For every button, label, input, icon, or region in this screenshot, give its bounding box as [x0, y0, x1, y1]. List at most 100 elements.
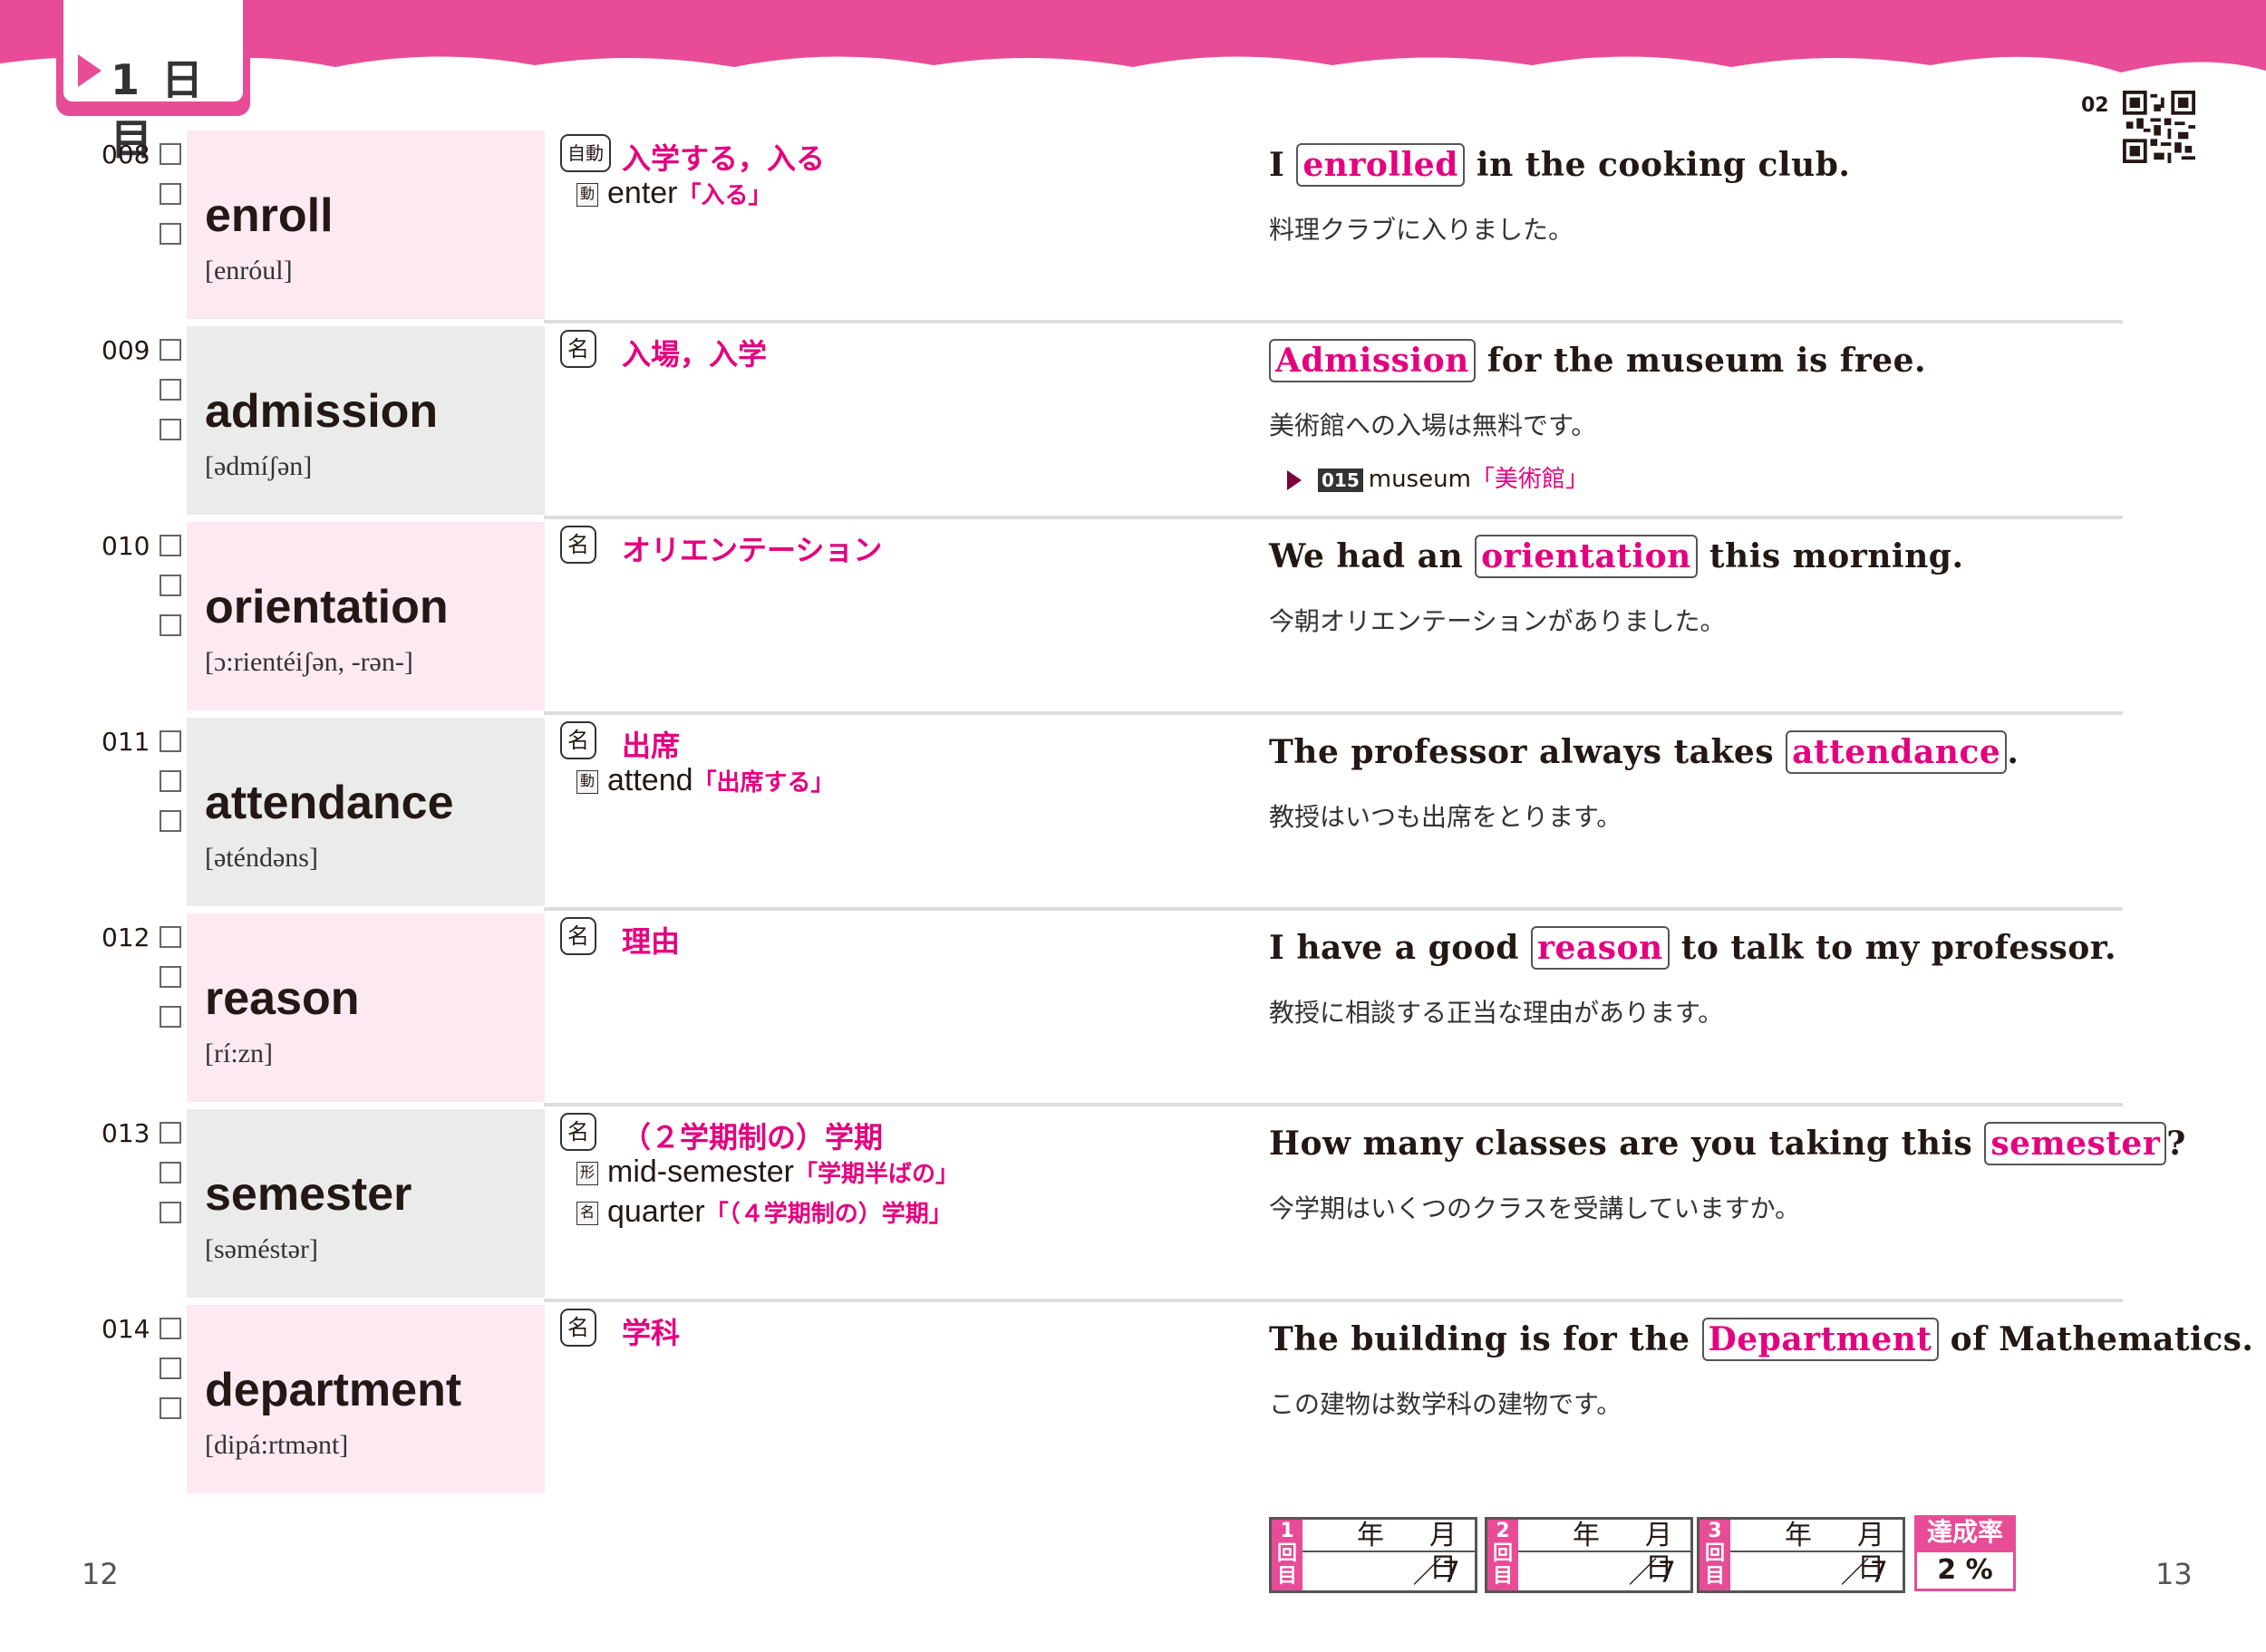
meaning: （２学期制の）学期 — [622, 1120, 884, 1154]
pronunciation: [ədmíʃən] — [205, 451, 313, 481]
review-checkbox-2[interactable] — [160, 1162, 181, 1183]
headword-panel: semester [səméstər] — [187, 1109, 545, 1298]
sentence-translation: 料理クラブに入りました。 — [1269, 215, 1574, 245]
example-sentence: I enrolled in the cooking club. — [1269, 143, 1850, 187]
sentence-translation: 今朝オリエンテーションがありました。 — [1269, 606, 1726, 636]
pronunciation: [ɔ:rientéiʃən, -rən-] — [205, 647, 413, 677]
page-number-right: 13 — [2155, 1557, 2193, 1591]
related-word-text: mid-semester — [607, 1154, 794, 1189]
sentence-after: . — [2007, 733, 2019, 771]
play-arrow-icon — [78, 54, 102, 87]
review-checkbox-2[interactable] — [160, 575, 181, 596]
part-of-speech-badge: 名 — [560, 721, 596, 759]
related-word-translation: 「出席する」 — [692, 769, 835, 797]
review-checkbox-2[interactable] — [160, 966, 181, 988]
related-word-translation: 「入る」 — [677, 182, 772, 209]
sentence-after: ? — [2166, 1125, 2186, 1163]
headword-panel: department [dipá:rtmənt] — [187, 1305, 545, 1493]
review-checkbox-3[interactable] — [160, 223, 181, 245]
headword: reason — [205, 972, 360, 1025]
achievement-rate-value: 2 % — [1914, 1550, 2016, 1591]
headword-panel: attendance [əténdəns] — [187, 718, 545, 906]
header-wave — [0, 0, 2266, 72]
record-box-3[interactable]: 3回目 年 月 日 ／7 — [1697, 1517, 1921, 1593]
sentence-after: for the museum is free. — [1475, 342, 1927, 380]
headword: enroll — [205, 189, 334, 242]
headword-panel: reason [rí:zn] — [187, 913, 545, 1102]
headword-panel: admission [ədmíʃən] — [187, 326, 545, 515]
part-of-speech-badge: 名 — [560, 330, 596, 368]
word-entry-department: 014 department [dipá:rtmənt] 名学科 The buildin… — [0, 1301, 2266, 1497]
record-box-1[interactable]: 1回目 年 月 日 ／7 — [1269, 1517, 1493, 1593]
sentence-after: of Mathematics. — [1938, 1320, 2254, 1358]
sentence-keyword: orientation — [1475, 535, 1698, 578]
review-checkbox-3[interactable] — [160, 1006, 181, 1028]
review-checkbox-3[interactable] — [160, 810, 181, 832]
review-checkbox-3[interactable] — [160, 614, 181, 636]
note-translation: 「美術館」 — [1470, 466, 1589, 493]
meaning: 出席 — [622, 729, 681, 763]
related-word-text: enter — [607, 176, 678, 210]
headword-panel: enroll [enróul] — [187, 130, 545, 319]
note-word: museum — [1368, 466, 1471, 493]
word-entry-attendance: 011 attendance [əténdəns] 名出席動 attend「出席する」 T… — [0, 714, 2266, 911]
headword: orientation — [205, 581, 449, 633]
audio-track-number: 02 — [2081, 94, 2109, 117]
review-checkbox-1[interactable] — [160, 1122, 181, 1144]
headword: admission — [205, 385, 439, 438]
sentence-keyword: semester — [1984, 1122, 2167, 1165]
record-date: 年 月 日 — [1730, 1520, 1921, 1584]
pronunciation: [səméstər] — [205, 1234, 318, 1264]
record-box-2[interactable]: 2回目 年 月 日 ／7 — [1485, 1517, 1709, 1593]
review-checkbox-3[interactable] — [160, 1202, 181, 1223]
sentence-after: to talk to my professor. — [1669, 929, 2116, 967]
word-entry-reason: 012 reason [rí:zn] 名理由 I have a good reason … — [0, 910, 2266, 1106]
pronunciation: [əténdəns] — [205, 843, 318, 873]
note-entry-number: 015 — [1318, 468, 1363, 492]
page-number-left: 12 — [82, 1557, 119, 1591]
achievement-rate: 達成率 2 % — [1914, 1515, 2016, 1591]
related-pos-badge: 名 — [576, 1202, 598, 1226]
example-sentence: The professor always takes attendance. — [1269, 730, 2019, 774]
cross-reference-note: 015 museum「美術館」 — [1287, 460, 1589, 494]
review-checkbox-1[interactable] — [160, 143, 181, 165]
sentence-after: this morning. — [1697, 537, 1964, 575]
example-sentence: The building is for the Department of Ma… — [1269, 1318, 2253, 1361]
part-of-speech-badge: 名 — [560, 917, 596, 955]
review-checkbox-1[interactable] — [160, 1318, 181, 1339]
word-entry-admission: 009 admission [ədmíʃən] 名入場，入学 Admission for… — [0, 323, 2266, 519]
review-checkbox-1[interactable] — [160, 730, 181, 752]
word-entry-semester: 013 semester [səméstər] 名 （２学期制の）学期形 mid-seme… — [0, 1106, 2266, 1302]
review-checkbox-1[interactable] — [160, 339, 181, 361]
meaning: 学科 — [622, 1316, 681, 1350]
headword-panel: orientation [ɔ:rientéiʃən, -rən-] — [187, 522, 545, 710]
word-entry-enroll: 008 enroll [enróul] 自動 入学する，入る動 enter「入る」 I en… — [0, 127, 2266, 324]
example-sentence: We had an orientation this morning. — [1269, 535, 1963, 578]
pronunciation: [dipá:rtmənt] — [205, 1430, 349, 1460]
entry-number: 013 — [102, 1118, 150, 1148]
related-word-translation: 「学期半ばの」 — [793, 1161, 959, 1188]
sentence-keyword: attendance — [1786, 730, 2008, 774]
word-entry-orientation: 010 orientation [ɔ:rientéiʃən, -rən-] 名オリエン… — [0, 518, 2266, 715]
related-word: 形 mid-semester「学期半ばの」 — [576, 1154, 959, 1190]
headword: attendance — [205, 777, 454, 829]
review-checkbox-3[interactable] — [160, 1397, 181, 1419]
review-checkbox-2[interactable] — [160, 183, 181, 205]
review-checkbox-1[interactable] — [160, 535, 181, 556]
related-word-translation: 「（４学期制の）学期」 — [704, 1201, 953, 1228]
review-checkbox-1[interactable] — [160, 926, 181, 948]
review-checkbox-2[interactable] — [160, 770, 181, 792]
related-word-text: attend — [607, 763, 693, 797]
review-checkbox-2[interactable] — [160, 379, 181, 401]
review-checkbox-3[interactable] — [160, 419, 181, 440]
review-checkbox-2[interactable] — [160, 1357, 181, 1379]
record-date: 年 月 日 — [1302, 1520, 1493, 1584]
record-round-label: 1回目 — [1272, 1520, 1302, 1590]
entry-number: 011 — [102, 727, 150, 757]
entry-number: 012 — [102, 923, 150, 952]
pronunciation: [enróul] — [205, 256, 293, 285]
related-pos-badge: 動 — [576, 770, 598, 795]
sentence-before: How many classes are you taking this — [1269, 1125, 1985, 1163]
entry-number: 009 — [102, 335, 150, 365]
sentence-translation: この建物は数学科の建物です。 — [1269, 1389, 1622, 1419]
